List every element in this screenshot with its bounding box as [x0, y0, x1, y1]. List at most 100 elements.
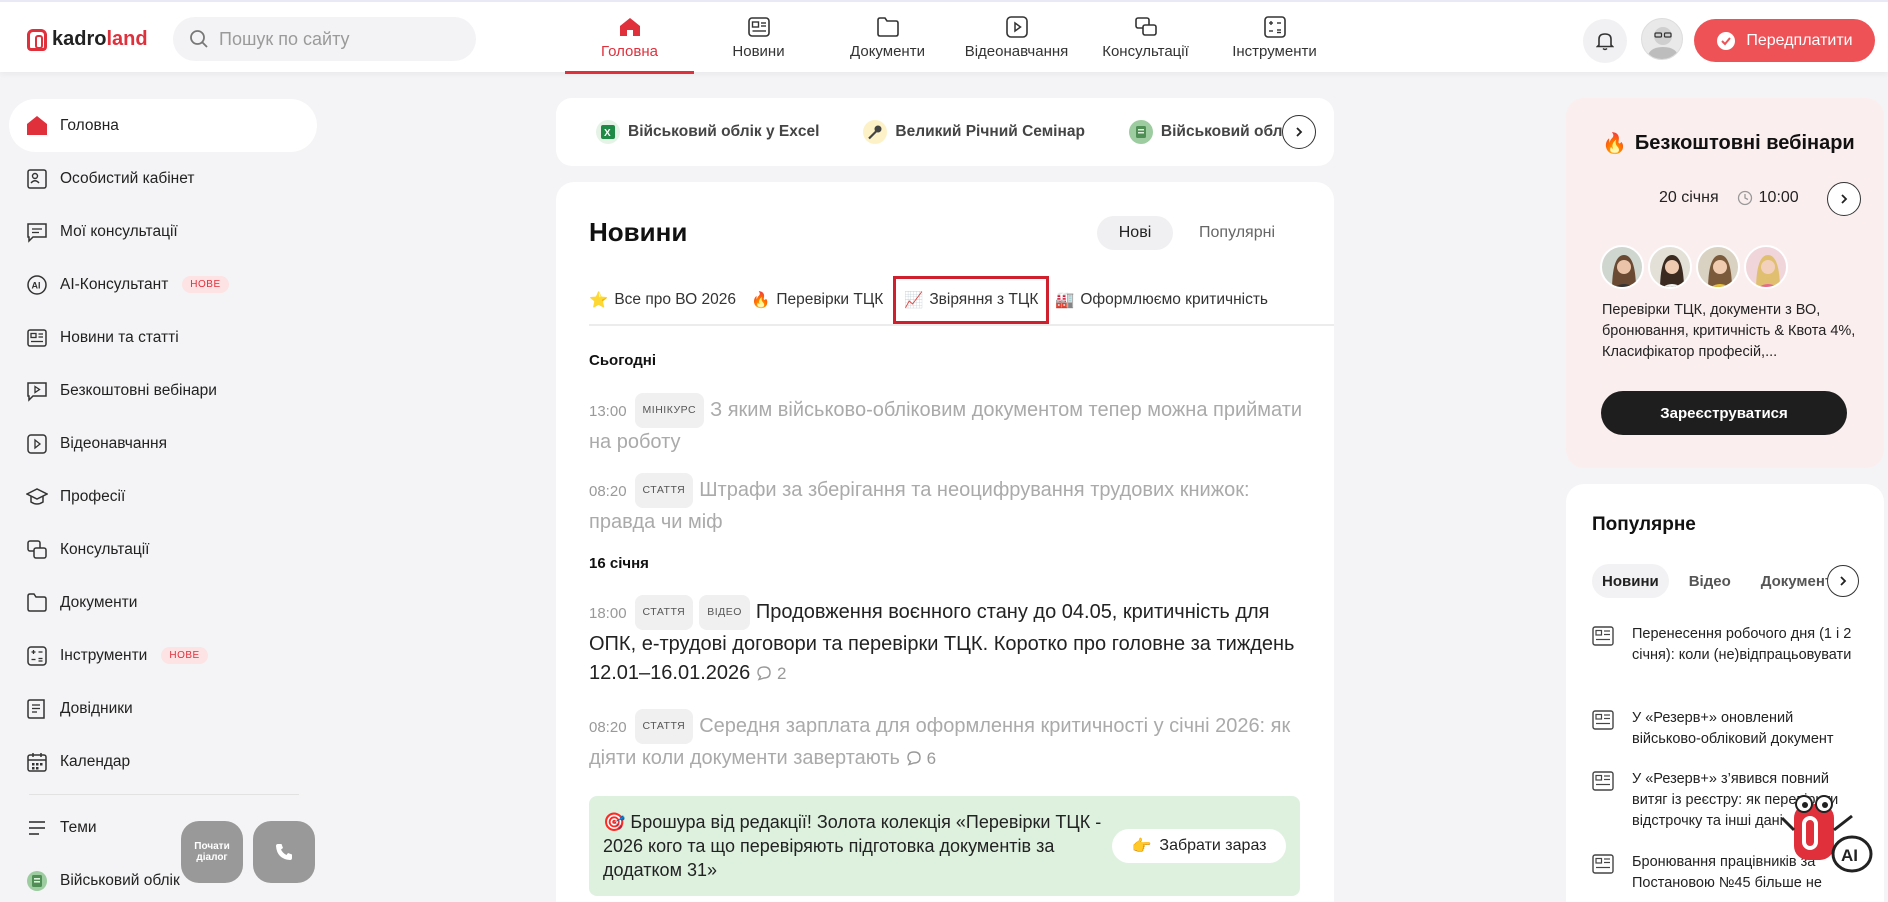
home-icon — [619, 18, 640, 36]
filter-criticality[interactable]: 🏭 Оформлюємо критичність — [1055, 278, 1268, 322]
register-button[interactable]: Зареєструватися — [1601, 391, 1847, 435]
article-time: 08:20 — [589, 483, 627, 500]
popular-title: Популярне — [1592, 514, 1696, 535]
military-icon — [1128, 120, 1153, 144]
menu-icon — [26, 817, 48, 839]
filter-tck-checks[interactable]: 🔥 Перевірки ТЦК — [751, 278, 883, 322]
chevron-right-icon — [1296, 127, 1303, 137]
subscribe-button[interactable]: Передплатити — [1694, 19, 1875, 62]
speaker-avatar — [1648, 245, 1692, 289]
sidebar-item-calendar[interactable]: Календар — [9, 735, 317, 788]
webinar-card: 🔥 Безкоштовні вебінари 20 січня 10:00 Пе… — [1566, 98, 1884, 468]
sidebar-item-tools[interactable]: Інструменти НОВЕ — [9, 629, 317, 682]
tools-icon — [26, 645, 48, 667]
article-time: 08:20 — [589, 719, 627, 736]
new-badge: НОВЕ — [161, 647, 208, 664]
news-article[interactable]: 08:20 СТАТТЯ Середня зарплата для оформлен… — [589, 709, 1309, 773]
article-title: Продовження воєнного стану до 04.05, кри… — [589, 601, 1295, 684]
quick-link-seminar[interactable]: Великий Річний Семінар — [863, 120, 1085, 144]
article-time: 18:00 — [589, 605, 627, 622]
news-panel: Новини Нові Популярні ⭐ Все про ВО 2026 … — [556, 182, 1334, 902]
popular-tab-video[interactable]: Відео — [1679, 564, 1741, 598]
tools-icon — [1263, 16, 1286, 38]
webinar-description: Перевірки ТЦК, документи з ВО, бронюванн… — [1602, 302, 1856, 360]
chat-icon — [1134, 17, 1157, 36]
fire-icon: 🔥 — [1602, 133, 1627, 155]
svg-text:X: X — [604, 128, 611, 139]
article-tag: ВІДЕО — [699, 595, 750, 630]
nav-documents[interactable]: Документи — [823, 2, 952, 74]
folder-icon — [876, 17, 899, 37]
folder-icon — [26, 592, 48, 614]
sidebar-item-webinars[interactable]: Безкоштовні вебінари — [9, 364, 317, 417]
svg-text:AI: AI — [1841, 846, 1858, 865]
popular-tabs: Новини Відео Документи — [1592, 564, 1852, 598]
sidebar-item-cabinet[interactable]: Особистий кабінет — [9, 152, 317, 205]
avatar-icon — [1647, 27, 1679, 59]
factory-icon: 🏭 — [1055, 291, 1075, 309]
start-dialog-button[interactable]: Почати діалог — [181, 821, 243, 883]
sidebar-item-my-consultations[interactable]: Мої консультації — [9, 205, 317, 258]
article-tag: СТАТТЯ — [634, 709, 694, 744]
promo-get-button[interactable]: 👉 Забрати зараз — [1112, 829, 1286, 863]
chevron-right-icon — [1840, 576, 1847, 586]
news-article[interactable]: 13:00 МІНІКУРС З яким військово-обліковим … — [589, 393, 1309, 457]
search-box[interactable] — [173, 17, 476, 61]
nav-video[interactable]: Відеонавчання — [952, 2, 1081, 74]
tab-new[interactable]: Нові — [1097, 216, 1173, 250]
chevron-right-icon — [1841, 194, 1848, 204]
search-input[interactable] — [219, 28, 459, 50]
sidebar-item-documents[interactable]: Документи — [9, 576, 317, 629]
popular-item[interactable]: Перенесення робочого дня (1 і 2 січня): … — [1592, 624, 1862, 666]
book-icon — [26, 698, 48, 720]
nav-news[interactable]: Новини — [694, 2, 823, 74]
user-avatar[interactable] — [1641, 18, 1683, 60]
robot-mascot-icon: AI — [1780, 795, 1873, 873]
sidebar-item-news[interactable]: Новини та статті — [9, 311, 317, 364]
chat-icon — [26, 539, 48, 561]
news-title: Новини — [589, 217, 688, 247]
newspaper-icon — [26, 327, 48, 349]
quick-links-bar: X Військовий облік у Excel Великий Річни… — [556, 98, 1334, 166]
quick-link-military[interactable]: Військовий облік — [1128, 120, 1295, 144]
user-card-icon — [26, 168, 48, 190]
comment-count: 6 — [906, 749, 936, 768]
popular-tab-news[interactable]: Новини — [1592, 564, 1669, 598]
promo-banner: 🎯 Брошура від редакції! Золота колекція … — [589, 796, 1300, 896]
filter-tck-reconciliation[interactable]: 📈 Звіряння з ТЦК — [893, 276, 1050, 324]
quick-link-military-excel[interactable]: X Військовий облік у Excel — [596, 120, 819, 144]
promo-text: 🎯 Брошура від редакції! Золота колекція … — [603, 812, 1102, 880]
video-icon — [26, 433, 48, 455]
quick-links-next-button[interactable] — [1282, 115, 1316, 149]
news-article[interactable]: 18:00 СТАТТЯ ВІДЕО Продовження воєнного ста… — [589, 595, 1309, 688]
filter-all-vo[interactable]: ⭐ Все про ВО 2026 — [589, 278, 736, 322]
sidebar-item-ai-consultant[interactable]: AI AI-Консультант НОВЕ — [9, 258, 317, 311]
fire-icon: 🔥 — [751, 291, 771, 309]
news-article[interactable]: 08:20 СТАТТЯ Штрафи за зберігання та неоци… — [589, 473, 1309, 537]
star-icon: ⭐ — [589, 291, 609, 309]
notifications-button[interactable] — [1583, 19, 1627, 63]
video-icon — [1005, 16, 1028, 38]
sidebar-item-video[interactable]: Відеонавчання — [9, 417, 317, 470]
site-logo[interactable]: kadroland — [27, 28, 148, 51]
top-header: kadroland Головна Новини Документи Відео… — [0, 0, 1888, 74]
popular-item[interactable]: У «Резерв+» оновлений військово-облікови… — [1592, 708, 1862, 750]
sidebar-item-home[interactable]: Головна — [9, 99, 317, 152]
popular-next-button[interactable] — [1827, 565, 1859, 597]
sidebar-item-reference[interactable]: Довідники — [9, 682, 317, 735]
ai-assistant-mascot[interactable]: AI — [1778, 790, 1878, 890]
graduation-cap-icon — [26, 486, 48, 508]
home-icon — [26, 115, 48, 137]
sidebar-item-professions[interactable]: Професії — [9, 470, 317, 523]
sidebar-item-consultations[interactable]: Консультації — [9, 523, 317, 576]
day-heading-today: Сьогодні — [589, 352, 656, 369]
webinar-next-button[interactable] — [1827, 182, 1861, 216]
nav-consultations[interactable]: Консультації — [1081, 2, 1210, 74]
article-title: Середня зарплата для оформлення критично… — [589, 715, 1291, 769]
nav-tools[interactable]: Інструменти — [1210, 2, 1339, 74]
call-button[interactable] — [253, 821, 315, 883]
tab-popular[interactable]: Популярні — [1189, 216, 1285, 250]
search-icon — [190, 30, 208, 48]
nav-home[interactable]: Головна — [565, 2, 694, 74]
chart-up-icon: 📈 — [904, 291, 924, 309]
